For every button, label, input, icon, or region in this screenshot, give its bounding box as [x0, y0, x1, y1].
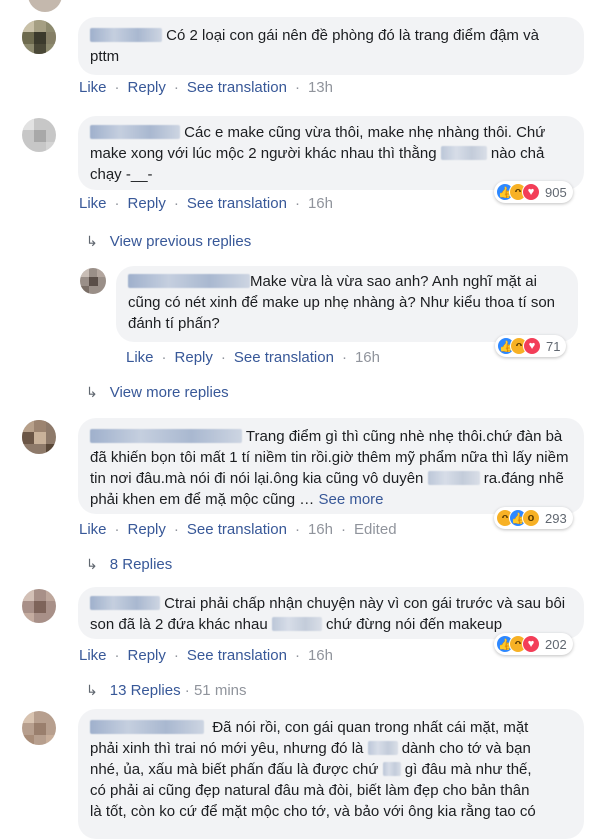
view-replies-link[interactable]: ↳ 8 Replies — [86, 556, 172, 573]
reply-link[interactable]: Reply — [128, 647, 166, 664]
comment-text: là tốt, còn ko cứ để mặt mộc cho tớ, và … — [90, 803, 536, 820]
view-replies-link[interactable]: ↳ 13 Replies · 51 mins — [86, 682, 247, 699]
comment-text: chứ đừng nói đến makeup — [326, 616, 503, 633]
avatar[interactable] — [80, 268, 106, 294]
see-translation-link[interactable]: See translation — [187, 647, 287, 664]
reaction-count: 71 — [546, 338, 561, 354]
love-reaction-icon: ♥ — [523, 337, 541, 355]
comment-bubble: Các e make cũng vừa thôi, make nhẹ nhàng… — [78, 116, 584, 190]
commenter-name[interactable] — [90, 720, 204, 734]
timestamp[interactable]: 16h — [308, 195, 333, 212]
reply-link[interactable]: Reply — [175, 349, 213, 366]
avatar[interactable] — [22, 589, 56, 623]
love-reaction-icon: ♥ — [522, 635, 540, 653]
comment-text: phải xinh thì trai nó mới yêu, nhưng đó … — [90, 740, 364, 757]
comment-bubble: Có 2 loại con gái nên đề phòng đó là tra… — [78, 17, 584, 75]
see-more-link[interactable]: See more — [318, 491, 383, 508]
see-translation-link[interactable]: See translation — [187, 521, 287, 538]
like-link[interactable]: Like — [126, 349, 154, 366]
see-translation-link[interactable]: See translation — [187, 79, 287, 96]
like-link[interactable]: Like — [79, 647, 107, 664]
comment-actions: Like · Reply · See translation · 16h — [126, 349, 380, 366]
reactions-badge[interactable]: 👍 ᴖ ♥ 202 — [494, 633, 573, 655]
reply-link[interactable]: Reply — [128, 79, 166, 96]
avatar[interactable] — [22, 420, 56, 454]
reply-link[interactable]: Reply — [128, 521, 166, 538]
reply-arrow-icon: ↳ — [86, 233, 98, 249]
timestamp[interactable]: 13h — [308, 79, 333, 96]
reaction-count: 202 — [545, 636, 567, 652]
commenter-name[interactable] — [90, 28, 162, 42]
view-previous-replies-link[interactable]: ↳ View previous replies — [86, 233, 251, 250]
like-link[interactable]: Like — [79, 521, 107, 538]
wow-reaction-icon: o — [522, 509, 540, 527]
comment-actions: Like · Reply · See translation · 16h — [79, 647, 333, 664]
love-reaction-icon: ♥ — [522, 183, 540, 201]
comment-bubble: Đã nói rồi, con gái quan trong nhất cái … — [78, 709, 584, 839]
timestamp[interactable]: 16h — [308, 521, 333, 538]
avatar[interactable] — [28, 0, 62, 12]
reply-arrow-icon: ↳ — [86, 556, 98, 572]
comment-text: gì đâu mà như thế, — [404, 761, 532, 778]
comment-actions: Like · Reply · See translation · 16h · Edited — [79, 521, 397, 538]
see-translation-link[interactable]: See translation — [187, 195, 287, 212]
view-more-replies-link[interactable]: ↳ View more replies — [86, 384, 229, 401]
commenter-name[interactable] — [90, 596, 160, 610]
comment-text: nhé, ủa, xấu mà biết phấn đấu là được ch… — [90, 761, 379, 778]
comment-actions: Like · Reply · See translation · 13h — [79, 79, 333, 96]
commenter-name[interactable] — [128, 274, 250, 288]
reply-link[interactable]: Reply — [128, 195, 166, 212]
comment-text: Đã nói rồi, con gái quan trong nhất cái … — [212, 719, 529, 736]
avatar[interactable] — [22, 711, 56, 745]
edited-label[interactable]: Edited — [354, 521, 397, 538]
comment-actions: Like · Reply · See translation · 16h — [79, 195, 333, 212]
commenter-name[interactable] — [90, 125, 180, 139]
timestamp[interactable]: 16h — [308, 647, 333, 664]
reply-arrow-icon: ↳ — [86, 384, 98, 400]
reply-arrow-icon: ↳ — [86, 682, 98, 698]
reactions-badge[interactable]: 👍 ᴖ ♥ 905 — [494, 181, 573, 203]
like-link[interactable]: Like — [79, 195, 107, 212]
comment-bubble: Ctrai phải chấp nhận chuyện này vì con g… — [78, 587, 584, 639]
reactions-badge[interactable]: 👍 ᴖ ♥ 71 — [495, 335, 567, 357]
comment-bubble: Trang điểm gì thì cũng nhè nhẹ thôi.chứ … — [78, 418, 584, 514]
timestamp[interactable]: 16h — [355, 349, 380, 366]
reactions-badge[interactable]: ᴖ 👍 o 293 — [494, 507, 573, 529]
see-translation-link[interactable]: See translation — [234, 349, 334, 366]
reaction-count: 905 — [545, 184, 567, 200]
comment-text: dành cho tớ và bạn — [401, 740, 531, 757]
reaction-count: 293 — [545, 510, 567, 526]
comment-text: có phải ai cũng đẹp natural đâu mà đòi, … — [90, 782, 530, 799]
comment-bubble: Make vừa là vừa sao anh? Anh nghĩ mặt ai… — [116, 266, 578, 342]
avatar[interactable] — [22, 118, 56, 152]
commenter-name[interactable] — [90, 429, 242, 443]
like-link[interactable]: Like — [79, 79, 107, 96]
avatar[interactable] — [22, 20, 56, 54]
